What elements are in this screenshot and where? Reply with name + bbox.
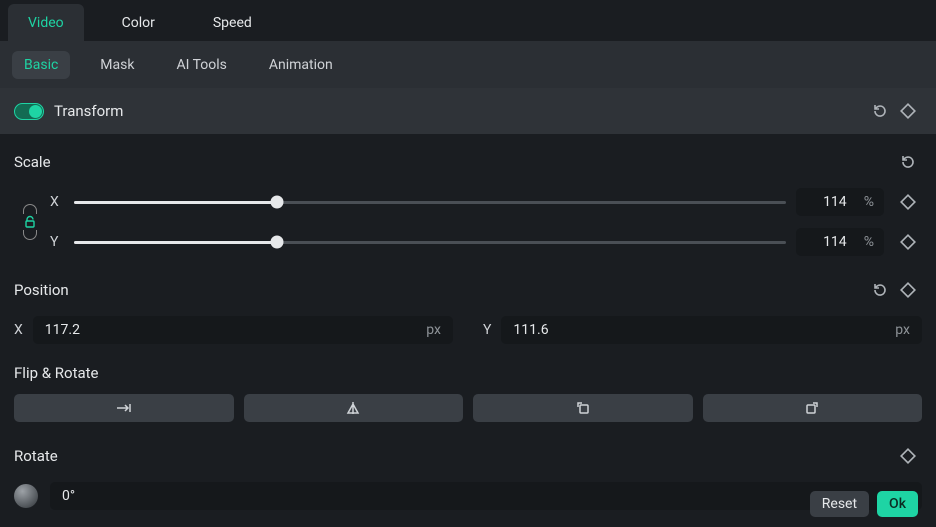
flip-horizontal-icon [116,400,132,416]
position-y-value: 111.6 [513,322,895,338]
transform-keyframe-button[interactable] [894,97,922,125]
diamond-icon [900,194,916,210]
transform-title: Transform [54,102,866,120]
scale-y-unit: % [864,234,874,250]
scale-label: Scale [14,153,894,171]
flip-horizontal-button[interactable] [14,394,234,422]
rotate-value: 0° [62,488,75,504]
reset-button-label: Reset [822,496,857,512]
tab-color-label: Color [122,15,155,31]
tab-video[interactable]: Video [8,4,84,41]
scale-x-value: 114 [806,194,864,210]
position-y-axis-label: Y [483,322,491,338]
subtab-basic-label: Basic [24,57,58,73]
position-x-axis-label: X [14,322,23,338]
scale-y-value: 114 [806,234,864,250]
scale-x-unit: % [864,194,874,210]
ok-button[interactable]: Ok [877,491,918,517]
sub-tabs: Basic Mask AI Tools Animation [0,41,936,88]
scale-y-value-input[interactable]: 114 % [796,228,884,256]
scale-y-slider[interactable] [74,234,786,250]
tab-speed-label: Speed [213,15,252,31]
diamond-icon [900,103,916,119]
position-reset-button[interactable] [866,276,894,304]
reset-icon [900,154,916,170]
transform-reset-button[interactable] [866,97,894,125]
scale-x-axis-label: X [50,194,64,210]
flip-vertical-icon [345,400,361,416]
rotate-input[interactable]: 0° [50,482,922,510]
subtab-animation[interactable]: Animation [257,51,345,79]
scale-y-axis-label: Y [50,234,64,250]
subtab-mask-label: Mask [100,57,134,73]
position-x-input[interactable]: 117.2 px [33,316,453,344]
subtab-aitools[interactable]: AI Tools [164,51,238,79]
subtab-aitools-label: AI Tools [176,57,226,73]
position-y-unit: px [895,322,910,338]
tab-color[interactable]: Color [102,4,175,41]
subtab-animation-label: Animation [269,57,333,73]
reset-icon [872,282,888,298]
rotate-label: Rotate [14,447,894,465]
diamond-icon [900,234,916,250]
position-keyframe-button[interactable] [894,276,922,304]
scale-lock[interactable] [14,188,46,256]
flip-rotate-section: Flip & Rotate [14,364,922,422]
transform-toggle[interactable] [14,103,44,120]
tab-speed[interactable]: Speed [193,4,272,41]
ok-button-label: Ok [889,496,906,512]
flip-rotate-label: Flip & Rotate [14,364,922,382]
footer-actions: Reset Ok [810,491,918,517]
rotate-cw-icon [804,400,820,416]
flip-vertical-button[interactable] [244,394,464,422]
rotate-ccw-button[interactable] [473,394,693,422]
scale-x-slider[interactable] [74,194,786,210]
link-arc-bottom-icon [23,230,37,240]
rotate-section: Rotate 0° [14,442,922,510]
scale-x-value-input[interactable]: 114 % [796,188,884,216]
reset-button[interactable]: Reset [810,491,869,517]
reset-icon [872,103,888,119]
position-label: Position [14,281,866,299]
subtab-basic[interactable]: Basic [12,51,70,79]
position-x-value: 117.2 [45,322,427,338]
rotate-keyframe-button[interactable] [894,442,922,470]
position-y-input[interactable]: 111.6 px [501,316,922,344]
rotate-ccw-icon [575,400,591,416]
link-arc-top-icon [23,204,37,214]
scale-section: Scale X 114 [14,148,922,256]
position-section: Position X 117.2 px Y 111.6 px [14,276,922,344]
diamond-icon [900,282,916,298]
position-x-unit: px [426,322,441,338]
scale-y-keyframe-button[interactable] [894,228,922,256]
tab-video-label: Video [28,15,64,31]
top-tabs: Video Color Speed [0,0,936,41]
transform-header: Transform [0,88,936,134]
scale-reset-button[interactable] [894,148,922,176]
diamond-icon [900,448,916,464]
scale-x-keyframe-button[interactable] [894,188,922,216]
lock-icon [23,215,37,229]
rotate-cw-button[interactable] [703,394,923,422]
subtab-mask[interactable]: Mask [88,51,146,79]
rotate-dial[interactable] [14,484,38,508]
